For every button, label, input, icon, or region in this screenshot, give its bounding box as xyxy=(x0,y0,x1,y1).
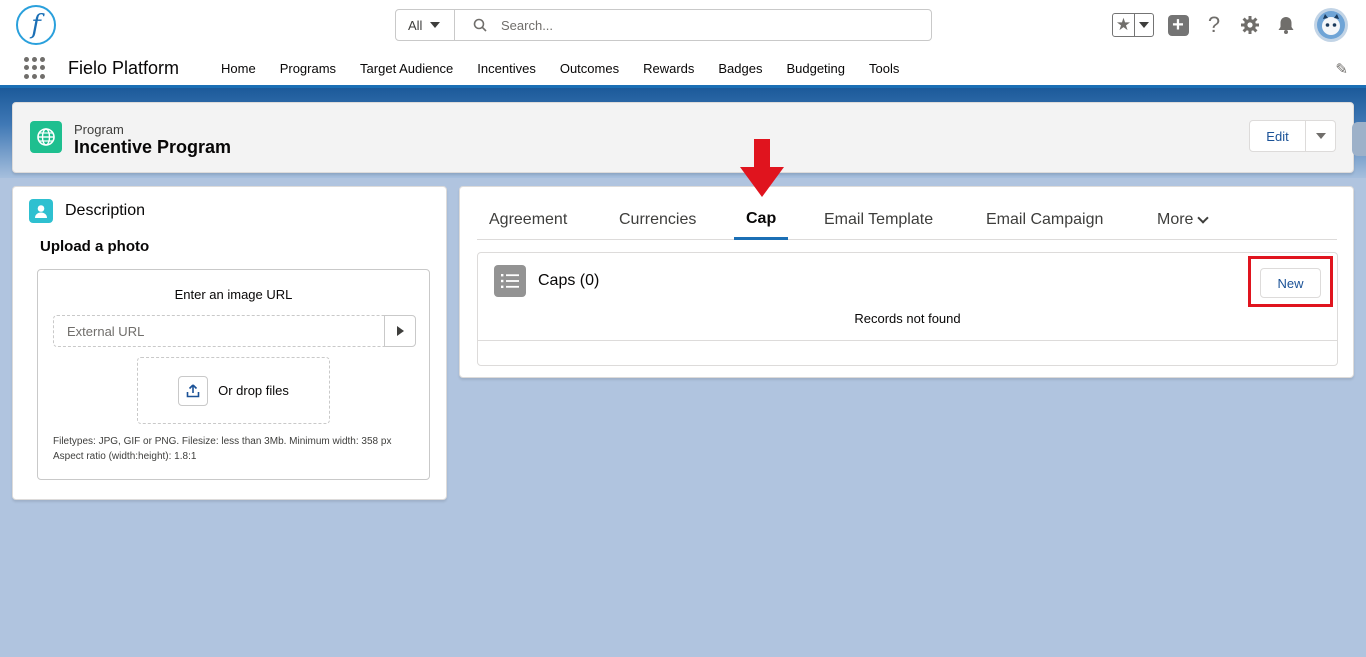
tabs-card: Agreement Currencies Cap Email Template … xyxy=(459,186,1354,378)
related-list-footer xyxy=(478,340,1337,341)
user-icon xyxy=(29,199,53,223)
upload-icon xyxy=(186,383,200,397)
play-icon xyxy=(396,326,404,336)
global-search: All Search... xyxy=(395,9,932,41)
caps-related-list: Caps (0) New Records not found xyxy=(477,252,1338,366)
app-launcher-icon[interactable] xyxy=(24,57,46,79)
annotation-arrow-icon xyxy=(740,139,784,197)
app-name: Fielo Platform xyxy=(68,58,180,78)
page-title: Incentive Program xyxy=(74,137,232,157)
record-type-label: Program xyxy=(74,122,124,137)
upload-photo-title: Upload a photo xyxy=(40,238,150,255)
notifications-button[interactable] xyxy=(1274,13,1298,37)
annotation-highlight-box: New xyxy=(1248,256,1333,307)
empty-state-message: Records not found xyxy=(854,311,961,326)
external-url-placeholder: External URL xyxy=(67,323,145,339)
tab-more-label: More xyxy=(1157,211,1194,228)
help-button[interactable]: ? xyxy=(1202,12,1226,37)
chevron-down-icon xyxy=(1139,22,1149,28)
nav-item-budgeting[interactable]: Budgeting xyxy=(774,50,857,86)
global-header: f All Search... ★ + ? xyxy=(0,0,1366,50)
record-actions: Edit xyxy=(1249,120,1336,152)
tab-cap[interactable]: Cap xyxy=(734,200,789,240)
nav-item-home[interactable]: Home xyxy=(209,50,268,86)
nav-item-target-audience[interactable]: Target Audience xyxy=(348,50,465,86)
external-url-input[interactable]: External URL xyxy=(53,315,385,347)
user-avatar-icon xyxy=(1317,11,1345,39)
list-icon xyxy=(494,265,526,297)
new-cap-button[interactable]: New xyxy=(1260,268,1321,298)
nav-item-tools[interactable]: Tools xyxy=(857,50,911,86)
edit-nav-pencil-icon[interactable]: ✎ xyxy=(1335,60,1348,78)
global-actions-button[interactable]: + xyxy=(1166,13,1190,37)
description-title: Description xyxy=(65,202,146,219)
drop-files-label: Or drop files xyxy=(218,383,289,398)
plus-icon: + xyxy=(1167,14,1189,36)
gear-icon xyxy=(1241,16,1259,34)
bell-icon xyxy=(1278,17,1294,34)
tab-more[interactable]: More xyxy=(1145,200,1219,240)
file-requirements-hint: Filetypes: JPG, GIF or PNG. Filesize: le… xyxy=(53,434,391,464)
nav-item-programs[interactable]: Programs xyxy=(268,50,348,86)
tab-agreement[interactable]: Agreement xyxy=(477,200,579,240)
search-placeholder: Search... xyxy=(501,17,554,33)
setup-button[interactable] xyxy=(1238,13,1262,37)
help-icon: ? xyxy=(1207,12,1221,37)
favorites-menu-button[interactable] xyxy=(1135,14,1153,36)
utility-panel-handle[interactable] xyxy=(1352,122,1366,156)
tab-currencies[interactable]: Currencies xyxy=(607,200,708,240)
file-hint-line: Filetypes: JPG, GIF or PNG. Filesize: le… xyxy=(53,436,392,447)
avatar[interactable] xyxy=(1314,8,1348,42)
favorites-star-icon[interactable]: ★ xyxy=(1113,14,1135,36)
tab-bar: Agreement Currencies Cap Email Template … xyxy=(477,200,1337,240)
caps-title: Caps (0) xyxy=(538,272,600,289)
chevron-down-icon xyxy=(1315,133,1326,139)
file-drop-zone[interactable]: Or drop files xyxy=(137,357,330,424)
more-actions-button[interactable] xyxy=(1306,120,1336,152)
search-input[interactable]: Search... xyxy=(455,10,931,40)
search-icon xyxy=(473,18,487,32)
edit-button[interactable]: Edit xyxy=(1249,120,1306,152)
navigation-bar: Fielo Platform Home Programs Target Audi… xyxy=(0,50,1366,88)
header-actions: ★ + ? xyxy=(1112,6,1348,44)
record-header: Program Incentive Program Edit xyxy=(12,102,1354,173)
image-url-label: Enter an image URL xyxy=(174,287,293,302)
chevron-down-icon xyxy=(1197,212,1210,224)
upload-button[interactable] xyxy=(178,375,209,406)
nav-items: Home Programs Target Audience Incentives… xyxy=(209,50,911,86)
submit-url-button[interactable] xyxy=(384,315,416,347)
search-scope-dropdown[interactable]: All xyxy=(396,10,455,40)
nav-item-outcomes[interactable]: Outcomes xyxy=(548,50,631,86)
file-hint-line: Aspect ratio (width:height): 1.8:1 xyxy=(53,451,197,462)
globe-icon xyxy=(30,121,62,153)
nav-item-incentives[interactable]: Incentives xyxy=(465,50,548,86)
chevron-down-icon xyxy=(430,22,441,28)
description-card: Description Upload a photo Enter an imag… xyxy=(12,186,447,500)
tab-email-template[interactable]: Email Template xyxy=(812,200,945,240)
nav-item-badges[interactable]: Badges xyxy=(706,50,774,86)
favorites-button-group: ★ xyxy=(1112,13,1154,37)
fielo-logo[interactable]: f xyxy=(16,5,56,45)
nav-item-rewards[interactable]: Rewards xyxy=(631,50,706,86)
photo-upload-box: Enter an image URL External URL Or drop … xyxy=(37,269,430,480)
tab-email-campaign[interactable]: Email Campaign xyxy=(974,200,1115,240)
search-scope-label: All xyxy=(408,17,423,33)
